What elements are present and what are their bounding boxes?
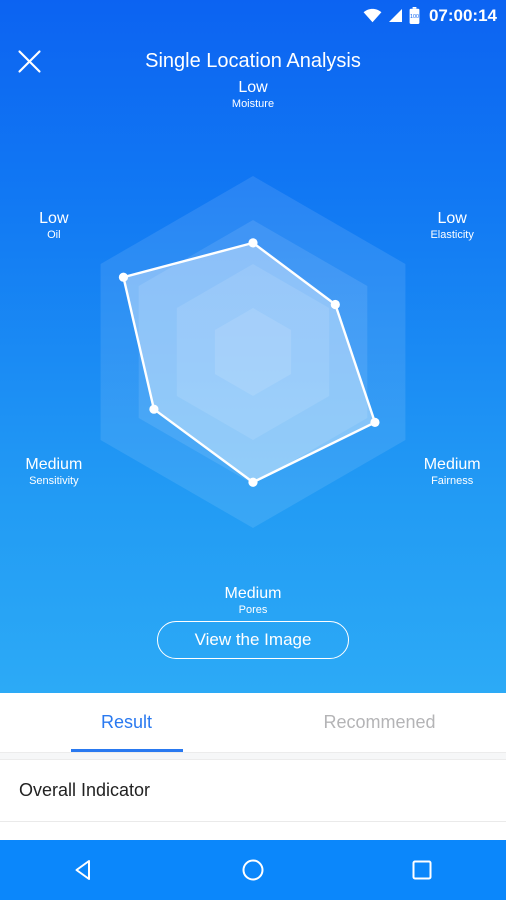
radar-chart: Low Moisture Low Elasticity Medium Fairn… bbox=[0, 79, 506, 616]
radar-point-pores bbox=[248, 477, 258, 487]
nav-recents-button[interactable] bbox=[337, 840, 506, 900]
android-navigation-bar bbox=[0, 840, 506, 900]
content-area bbox=[0, 822, 506, 840]
overall-indicator-label: Overall Indicator bbox=[19, 780, 151, 800]
radar-chart-canvas bbox=[100, 176, 406, 528]
close-button[interactable] bbox=[6, 38, 52, 84]
radar-point-fairness bbox=[370, 417, 380, 427]
radar-point-sensitivity bbox=[149, 404, 159, 414]
status-bar-clock: 07:00:14 bbox=[428, 5, 497, 25]
svg-text:100: 100 bbox=[410, 14, 419, 20]
back-triangle-icon bbox=[75, 860, 91, 880]
section-divider bbox=[0, 752, 506, 760]
hero-panel: 100 07:00:14 Single Location Analysis Lo… bbox=[0, 0, 506, 693]
radar-point-elasticity bbox=[330, 299, 340, 310]
radar-point-moisture bbox=[248, 238, 258, 248]
radar-point-oil bbox=[118, 272, 129, 282]
tab-recommened[interactable]: Recommened bbox=[253, 693, 506, 752]
page-title: Single Location Analysis bbox=[145, 50, 361, 72]
app-bar: Single Location Analysis bbox=[0, 30, 506, 92]
view-image-button[interactable]: View the Image bbox=[157, 621, 349, 659]
nav-home-button[interactable] bbox=[169, 840, 338, 900]
nav-back-button[interactable] bbox=[0, 840, 169, 900]
home-circle-icon bbox=[242, 859, 264, 881]
overall-indicator-row[interactable]: Overall Indicator bbox=[0, 760, 506, 822]
tab-bar: Result Recommened bbox=[0, 693, 506, 752]
recents-square-icon bbox=[412, 860, 432, 880]
tab-result-label: Result bbox=[100, 712, 153, 732]
tab-result[interactable]: Result bbox=[0, 693, 253, 752]
radar-axis-label-pores: Medium Pores bbox=[224, 585, 282, 616]
wifi-icon bbox=[363, 8, 382, 23]
cellular-signal-icon bbox=[388, 8, 403, 23]
battery-icon: 100 bbox=[409, 6, 420, 24]
status-bar: 100 07:00:14 bbox=[0, 0, 506, 30]
close-icon bbox=[17, 49, 41, 73]
tab-recommened-label: Recommened bbox=[323, 712, 436, 732]
